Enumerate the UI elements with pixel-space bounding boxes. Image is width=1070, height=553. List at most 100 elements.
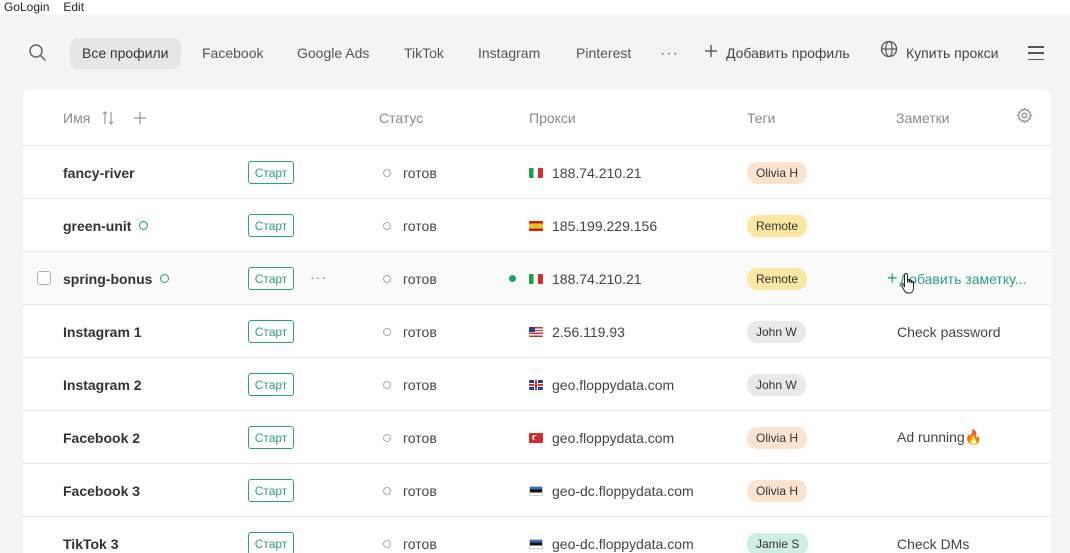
status-circle-icon <box>383 327 391 336</box>
profile-proxy[interactable]: 188.74.210.21 <box>529 146 642 199</box>
spain-flag-icon <box>529 220 543 231</box>
usa-flag-icon <box>529 326 543 337</box>
profile-proxy[interactable]: geo-dc.floppydata.com <box>529 464 694 517</box>
start-button[interactable]: Старт <box>248 532 294 553</box>
profile-proxy[interactable]: geo-dc.floppydata.com <box>529 517 694 553</box>
profile-tag[interactable]: John W <box>747 305 806 358</box>
top-navigation: Все профили Facebook Google Ads TikTok I… <box>0 15 1070 90</box>
status-circle-icon <box>383 221 391 230</box>
profile-name[interactable]: TikTok 3 <box>63 517 119 553</box>
profile-name[interactable]: Facebook 3 <box>63 464 140 517</box>
turkey-flag-icon <box>529 432 543 443</box>
column-status[interactable]: Статус <box>379 110 423 126</box>
buy-proxy-label: Купить прокси <box>906 45 999 61</box>
profile-name[interactable]: green-unit <box>63 199 149 252</box>
estonia-flag-icon <box>529 485 543 496</box>
tab-pinterest[interactable]: Pinterest <box>564 38 643 69</box>
profile-name[interactable]: fancy-river <box>63 146 135 199</box>
menu-bar: GoLogin Edit <box>0 0 1070 15</box>
tab-facebook[interactable]: Facebook <box>190 38 275 69</box>
menu-edit[interactable]: Edit <box>63 0 84 15</box>
profiles-table: Имя Статус Прокси Теги Заметки fancy-riv… <box>23 90 1051 553</box>
uk-flag-icon <box>529 379 543 390</box>
profile-tag[interactable]: Olivia H <box>747 411 808 464</box>
profile-status: готов <box>383 252 437 305</box>
table-row[interactable]: TikTok 3 Старт готов geo-dc.floppydata.c… <box>23 517 1051 553</box>
more-tabs-button[interactable]: ··· <box>660 38 679 69</box>
profile-tag[interactable]: Remote <box>747 252 808 305</box>
profile-tag[interactable]: John W <box>747 358 806 411</box>
profile-proxy[interactable]: 188.74.210.21 <box>529 252 642 305</box>
add-column-icon[interactable] <box>133 110 147 131</box>
profile-tag[interactable]: Olivia H <box>747 464 808 517</box>
buy-proxy-button[interactable]: Купить прокси <box>880 38 998 69</box>
profile-note[interactable]: Ad running🔥 <box>897 411 982 464</box>
tab-tiktok[interactable]: TikTok <box>392 38 456 69</box>
plus-icon <box>704 38 718 69</box>
start-button[interactable]: Старт <box>248 214 294 237</box>
add-profile-button[interactable]: Добавить профиль <box>704 38 850 69</box>
tab-instagram[interactable]: Instagram <box>466 38 552 69</box>
profile-proxy[interactable]: 2.56.119.93 <box>529 305 625 358</box>
table-row[interactable]: Instagram 2 Старт готов geo.floppydata.c… <box>23 358 1051 411</box>
profile-status: готов <box>383 517 437 553</box>
table-row[interactable]: Facebook 3 Старт готов geo-dc.floppydata… <box>23 464 1051 517</box>
profile-name[interactable]: Instagram 2 <box>63 358 142 411</box>
profile-proxy[interactable]: geo.floppydata.com <box>529 411 674 464</box>
profile-name[interactable]: spring-bonus <box>63 252 170 305</box>
profile-tag[interactable]: Jamie S <box>747 517 809 553</box>
table-row[interactable]: spring-bonus Старт ··· готов 188.74.210.… <box>23 252 1051 305</box>
status-circle-icon <box>383 380 391 389</box>
italy-flag-icon <box>529 273 543 284</box>
profile-note[interactable]: Check DMs <box>897 517 969 553</box>
profile-status: готов <box>383 146 437 199</box>
italy-flag-icon <box>529 167 543 178</box>
status-circle-icon <box>383 486 391 495</box>
table-row[interactable]: Facebook 2 Старт готов geo.floppydata.co… <box>23 411 1051 464</box>
profile-tag[interactable]: Remote <box>747 199 808 252</box>
table-row[interactable]: green-unit Старт готов 185.199.229.156 R… <box>23 199 1051 252</box>
profile-name[interactable]: Instagram 1 <box>63 305 142 358</box>
profile-proxy[interactable]: 185.199.229.156 <box>529 199 657 252</box>
row-more-icon[interactable]: ··· <box>310 269 327 285</box>
table-row[interactable]: Instagram 1 Старт готов 2.56.119.93 John… <box>23 305 1051 358</box>
search-icon[interactable] <box>28 43 48 63</box>
profile-status: готов <box>383 358 437 411</box>
start-button[interactable]: Старт <box>248 479 294 502</box>
profile-name[interactable]: Facebook 2 <box>63 411 140 464</box>
table-header: Имя Статус Прокси Теги Заметки <box>23 90 1051 146</box>
start-button[interactable]: Старт <box>248 320 294 343</box>
add-note-button[interactable]: + Добавить заметку... <box>887 252 1026 305</box>
start-button[interactable]: Старт <box>248 267 294 290</box>
start-button[interactable]: Старт <box>248 161 294 184</box>
column-name[interactable]: Имя <box>63 110 90 126</box>
row-checkbox[interactable] <box>37 271 51 285</box>
status-circle-icon <box>383 433 391 442</box>
menu-icon[interactable] <box>1028 46 1044 60</box>
table-row[interactable]: fancy-river Старт готов 188.74.210.21 Ol… <box>23 146 1051 199</box>
sort-icon[interactable] <box>102 110 114 131</box>
menu-app[interactable]: GoLogin <box>4 0 49 15</box>
profile-note[interactable]: Check password <box>897 305 1001 358</box>
online-status-icon <box>160 274 170 283</box>
start-button[interactable]: Старт <box>248 373 294 396</box>
estonia-flag-icon <box>529 538 543 549</box>
column-proxy[interactable]: Прокси <box>529 110 576 126</box>
tab-all-profiles[interactable]: Все профили <box>70 38 181 69</box>
profile-status: готов <box>383 305 437 358</box>
column-notes[interactable]: Заметки <box>896 110 950 126</box>
column-tags[interactable]: Теги <box>747 110 775 126</box>
profile-status: готов <box>383 199 437 252</box>
plus-icon: + <box>887 268 898 288</box>
profile-proxy[interactable]: geo.floppydata.com <box>529 358 674 411</box>
profile-status: готов <box>383 411 437 464</box>
gear-icon[interactable] <box>1016 107 1033 129</box>
status-circle-icon <box>383 539 391 548</box>
tab-google-ads[interactable]: Google Ads <box>285 38 381 69</box>
profile-tag[interactable]: Olivia H <box>747 146 808 199</box>
status-circle-icon <box>383 274 391 283</box>
start-button[interactable]: Старт <box>248 426 294 449</box>
add-profile-label: Добавить профиль <box>726 45 850 61</box>
proxy-check-dot-icon <box>509 275 516 282</box>
status-circle-icon <box>383 168 391 177</box>
